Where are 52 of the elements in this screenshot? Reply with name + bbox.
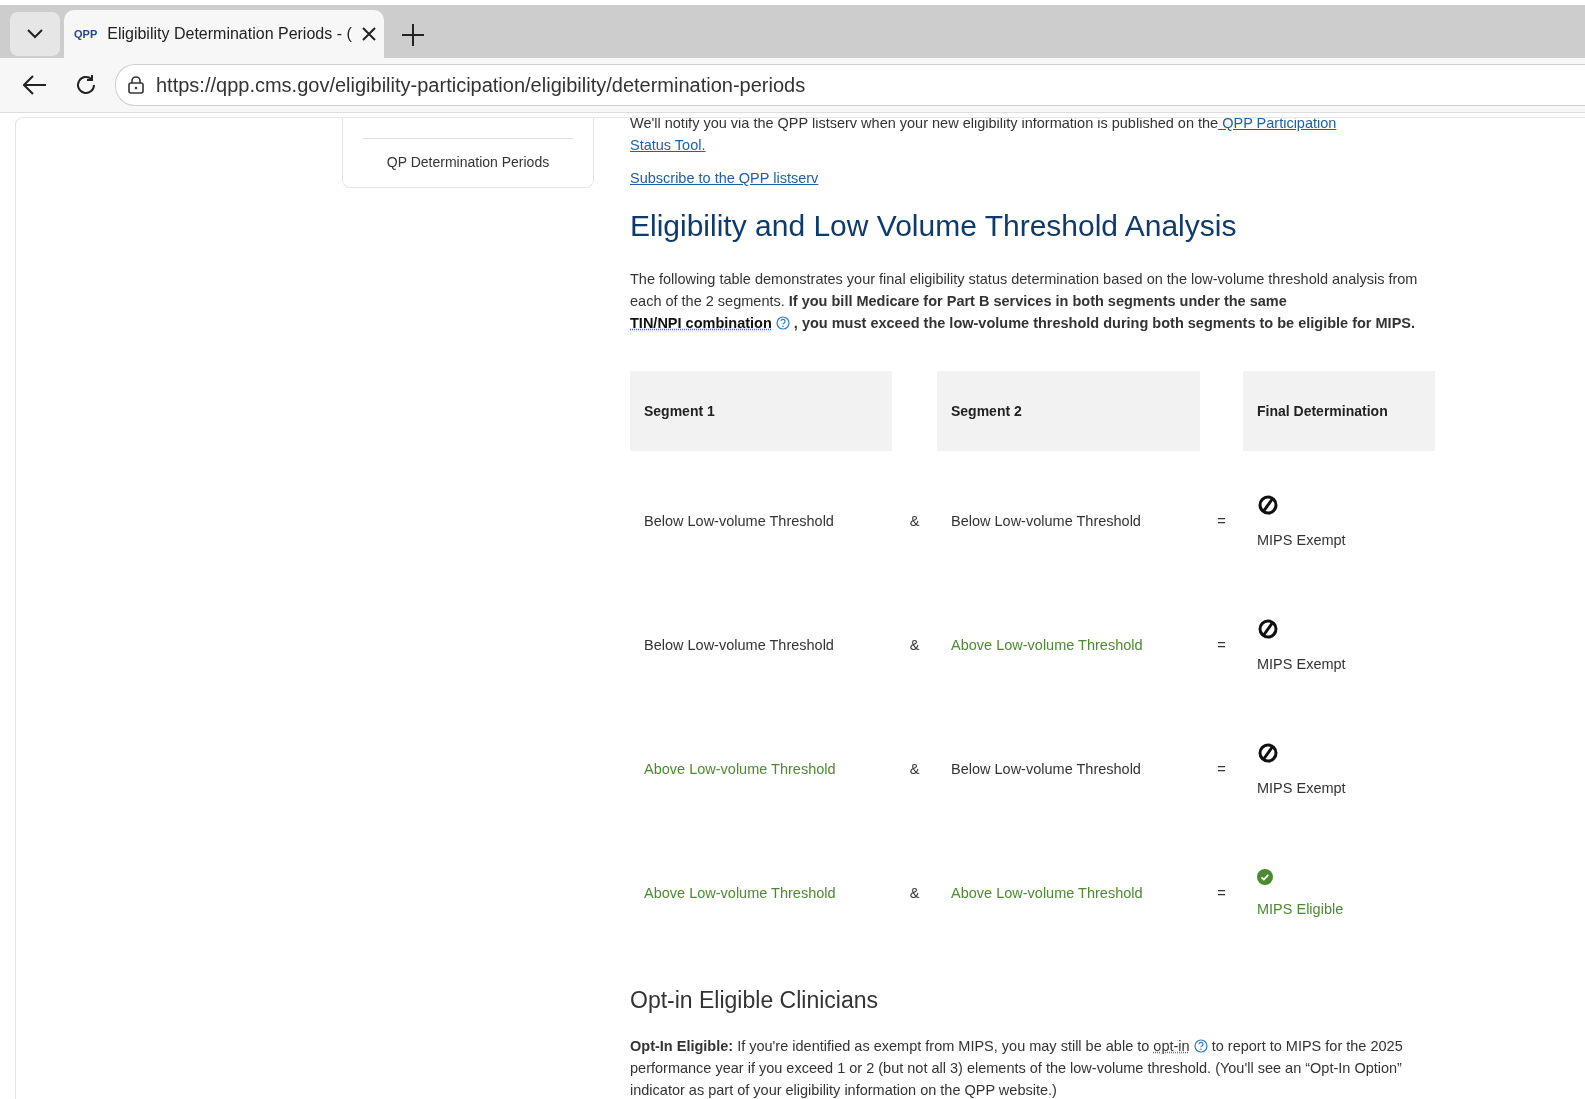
- tab-favicon: QPP: [74, 28, 98, 40]
- table-cell-text: Below Low-volume Threshold: [643, 512, 835, 531]
- table-cell-text: &: [908, 760, 921, 779]
- table-cell-text: &: [908, 884, 921, 903]
- chevron-down-icon: [27, 29, 43, 39]
- table-cell-text: Above Low-volume Threshold: [643, 760, 837, 779]
- browser-tab[interactable]: QPP Eligibility Determination Periods - (: [64, 10, 384, 58]
- table-cell-text: =: [1216, 636, 1227, 655]
- blocked-icon: [1257, 618, 1279, 640]
- determination-text: MIPS Exempt: [1257, 780, 1346, 796]
- table-cell-text: Above Low-volume Threshold: [643, 884, 837, 903]
- column-header: Final Determination: [1243, 371, 1435, 451]
- status-tool-link[interactable]: QPP Participation: [1218, 118, 1337, 131]
- determination-text: MIPS Eligible: [1257, 901, 1344, 917]
- subscribe-link[interactable]: Subscribe to the QPP listserv: [630, 170, 819, 186]
- url-text: https://qpp.cms.gov/eligibility-participation/eligibility/determination-periods: [156, 73, 806, 97]
- back-arrow-icon: [23, 75, 47, 95]
- determination-text: MIPS Exempt: [1257, 656, 1346, 672]
- table-cell-text: &: [908, 636, 921, 655]
- table-cell-text: Above Low-volume Threshold: [950, 636, 1144, 655]
- table-cell-text: &: [908, 512, 921, 531]
- table-cell-text: Below Low-volume Threshold: [950, 760, 1142, 779]
- table-cell-text: Above Low-volume Threshold: [950, 884, 1144, 903]
- blocked-icon: [1257, 742, 1279, 764]
- opt-in-text: Opt-In Eligible: If you're identified as exempt from MIPS, you may still be able to opt-in to report to MIPS for the 2025 performance year if you exceed 1 or 2 (but not all 3) elements of the low-volume threshold. (You'll see an “Opt-In Option” indicator as part of your eligibility information on the QPP website.): [630, 1037, 1404, 1099]
- column-header: Segment 2: [937, 371, 1200, 451]
- table-cell-text: =: [1216, 884, 1227, 903]
- section-heading: Eligibility and Low Volume Threshold Analysis: [630, 208, 1238, 244]
- address-bar[interactable]: https://qpp.cms.gov/eligibility-participation/eligibility/determination-periods: [115, 64, 1585, 106]
- plus-icon: [402, 24, 424, 46]
- sidebar-link[interactable]: QP Determination Periods: [363, 138, 573, 185]
- status-tool-link[interactable]: Status Tool.: [630, 137, 706, 153]
- term-link[interactable]: opt-in: [1153, 1038, 1190, 1054]
- close-icon: [361, 27, 376, 41]
- help-icon[interactable]: [775, 316, 790, 330]
- table-cell-text: Below Low-volume Threshold: [643, 636, 835, 655]
- help-icon[interactable]: [1193, 1039, 1208, 1053]
- table-description: The following table demonstrates your final eligibility status determination based on the low-volume threshold analysis from each of the 2 segments. If you bill Medicare for Part B services in both segments under the same TIN/NPI combination , you must exceed the low-volume threshold during both segments to be eligible for MIPS.: [630, 270, 1419, 333]
- tab-title: Eligibility Determination Periods - (: [107, 25, 352, 43]
- column-header: Segment 1: [630, 371, 892, 451]
- section-heading: Opt-in Eligible Clinicians: [630, 986, 879, 1015]
- table-cell-text: =: [1216, 512, 1227, 531]
- close-tab-button[interactable]: [361, 27, 376, 41]
- table-cell-text: =: [1216, 760, 1227, 779]
- blocked-icon: [1257, 494, 1279, 516]
- term-link[interactable]: TIN/NPI combination: [630, 315, 772, 331]
- check-circle-icon: [1257, 869, 1273, 885]
- notice-text: We'll notify you via the QPP listserv when your new eligibility information is published on the QPP Participation Status Tool.: [630, 118, 1338, 155]
- lock-icon: [128, 76, 144, 94]
- table-cell-text: Below Low-volume Threshold: [950, 512, 1142, 531]
- reload-icon: [75, 74, 97, 96]
- determination-text: MIPS Exempt: [1257, 532, 1346, 548]
